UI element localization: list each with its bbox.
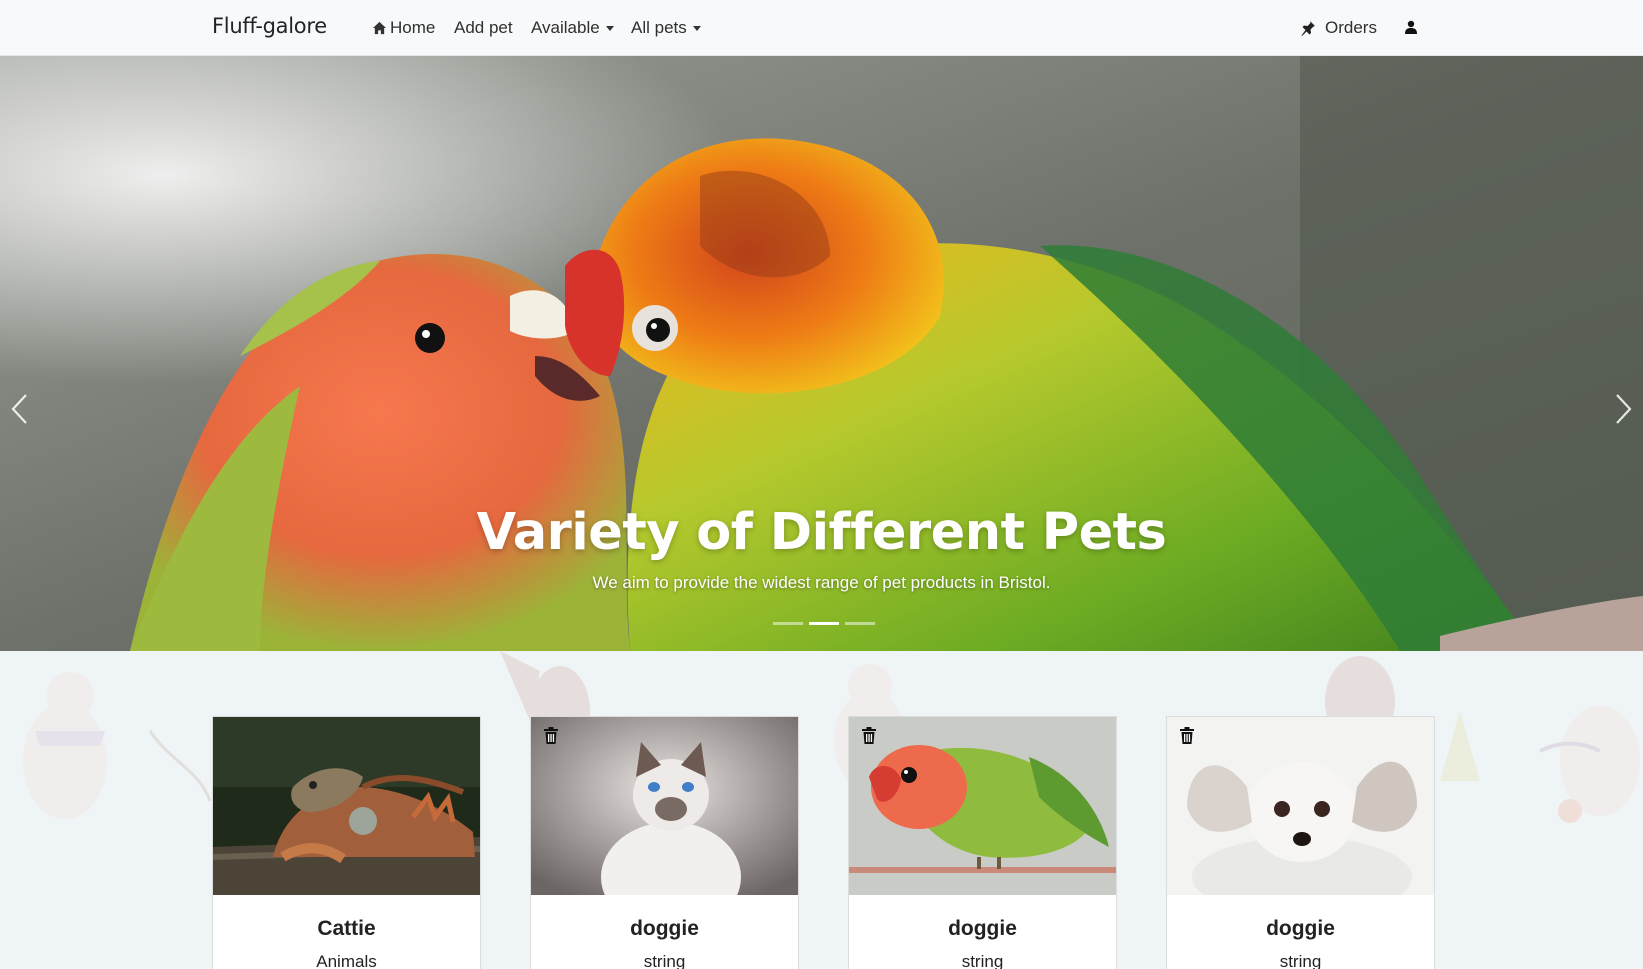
home-icon [372,21,387,35]
pet-image-iguana [213,717,480,895]
nav-orders-label: Orders [1325,18,1377,37]
nav-home[interactable]: Home [372,18,435,38]
pet-image-small-dog [1167,717,1434,895]
nav-all-pets-label: All pets [631,18,687,37]
chevron-down-icon [692,26,701,31]
pet-category: string [961,952,1004,969]
nav-available-label: Available [531,18,600,37]
nav-home-label: Home [390,18,436,37]
nav-add-pet[interactable]: Add pet [454,18,513,38]
chevron-right-icon [1616,394,1632,424]
pet-image-cat [531,717,798,895]
user-account-button[interactable] [1404,20,1418,34]
carousel-indicators [773,622,875,625]
pin-icon [1300,20,1316,36]
hero-subtitle: We aim to provide the widest range of pe… [592,573,1051,592]
nav-orders[interactable]: Orders [1300,18,1377,38]
carousel-prev-button[interactable] [4,391,34,427]
carousel-indicator-1[interactable] [773,622,803,625]
trash-icon[interactable] [861,727,877,745]
pet-category: string [643,952,686,969]
user-icon [1404,20,1418,34]
hero-title: Variety of Different Pets [476,503,1167,562]
pet-category: Animals [316,952,377,969]
nav-add-pet-label: Add pet [454,18,513,37]
nav-available-dropdown[interactable]: Available [531,18,614,38]
pet-name: doggie [948,917,1017,940]
pet-image-lovebird [849,717,1116,895]
pet-card[interactable]: doggie string [848,716,1117,969]
carousel-indicator-2[interactable] [809,622,839,625]
chevron-left-icon [11,394,27,424]
trash-icon[interactable] [543,727,559,745]
navbar: Fluff-galore Home Add pet Available All … [0,0,1643,56]
nav-all-pets-dropdown[interactable]: All pets [631,18,701,38]
brand-logo[interactable]: Fluff-galore [212,14,327,38]
pet-name: doggie [1266,917,1335,940]
pet-name: Cattie [317,917,376,940]
trash-icon[interactable] [1179,727,1195,745]
pet-card[interactable]: Cattie Animals [212,716,481,969]
pet-category: string [1279,952,1322,969]
carousel-indicator-3[interactable] [845,622,875,625]
pet-name: doggie [630,917,699,940]
chevron-down-icon [605,26,614,31]
pet-card[interactable]: doggie string [1166,716,1435,969]
carousel-next-button[interactable] [1609,391,1639,427]
pet-card[interactable]: doggie string [530,716,799,969]
